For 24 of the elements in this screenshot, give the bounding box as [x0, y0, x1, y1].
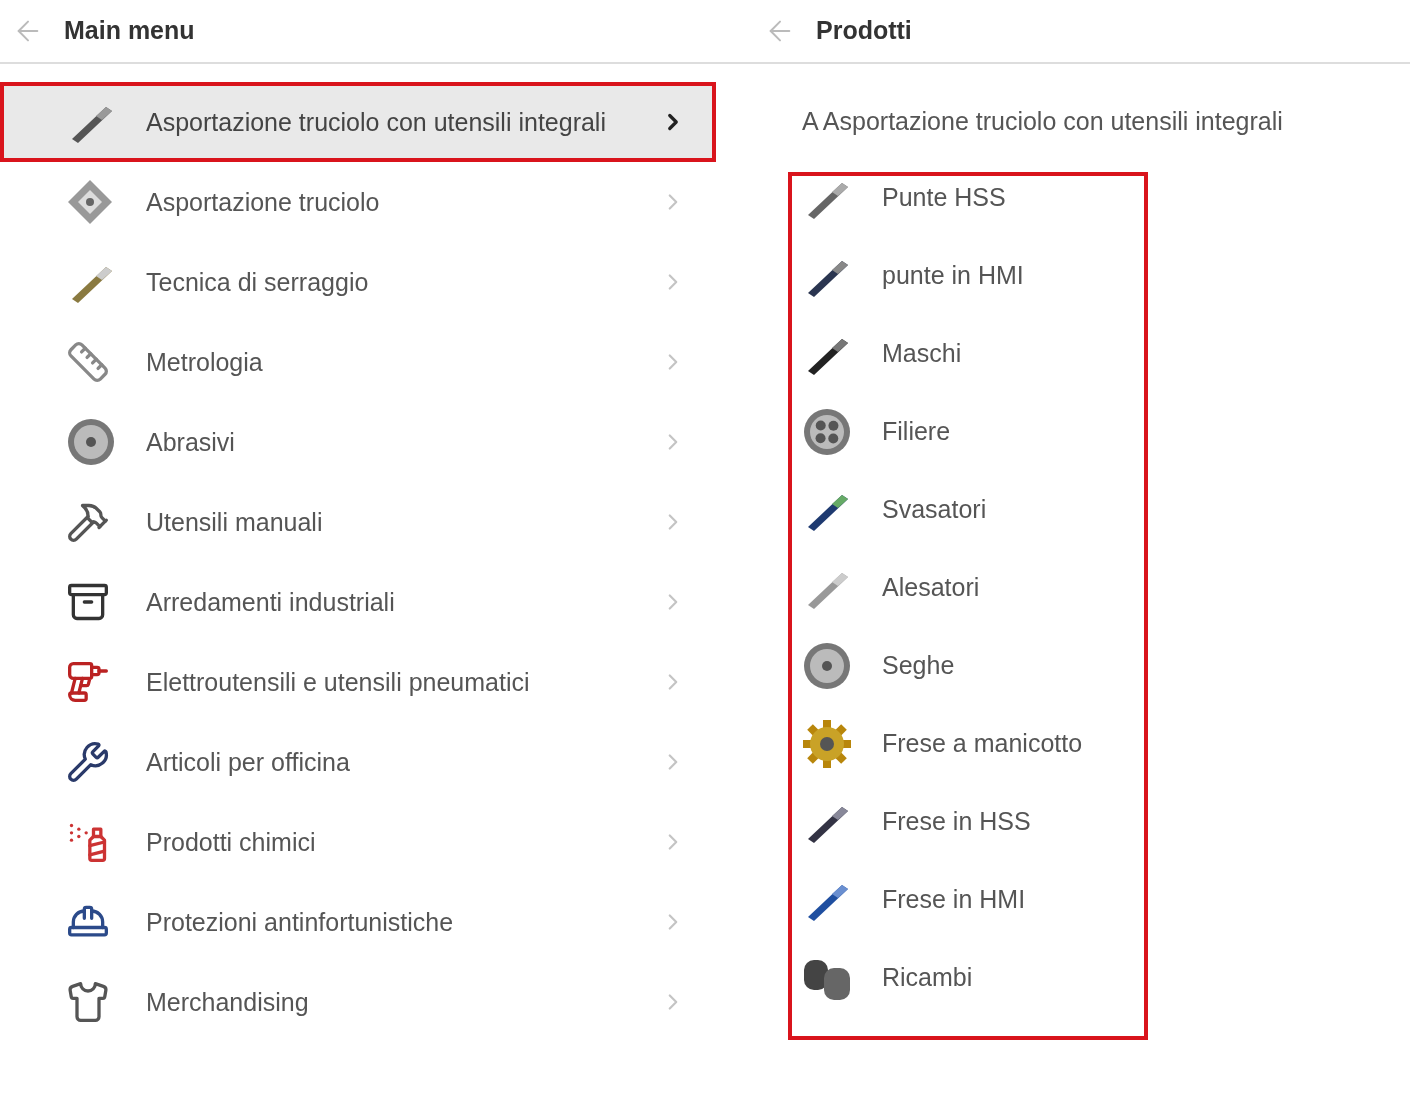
- panel-title: Main menu: [64, 15, 195, 47]
- ruler-icon: [66, 340, 110, 384]
- die-icon: [802, 407, 852, 457]
- product-link[interactable]: Svasatori: [882, 491, 987, 529]
- panel-title: Prodotti: [816, 15, 912, 47]
- product-link[interactable]: Frese in HMI: [882, 881, 1026, 919]
- product-link[interactable]: Maschi: [882, 335, 962, 373]
- product-link[interactable]: Filiere: [882, 413, 951, 451]
- product-link[interactable]: punte in HMI: [882, 257, 1024, 295]
- product-link[interactable]: Frese a manicotto: [882, 725, 1083, 763]
- product-link[interactable]: Punte HSS: [882, 179, 1006, 217]
- insert-icon: [66, 178, 114, 226]
- category-subtitle: A Asportazione truciolo con utensili integrali: [802, 106, 1284, 138]
- drill-icon: [66, 660, 110, 704]
- wrench-icon: [66, 740, 110, 784]
- gear-icon: [802, 719, 852, 769]
- product-link[interactable]: Frese in HSS: [882, 803, 1031, 841]
- product-link[interactable]: Ricambi: [882, 959, 973, 997]
- disc-icon: [66, 417, 116, 467]
- menu-item[interactable]: Asportazione truciolo con utensili integrali: [0, 82, 716, 162]
- product-link[interactable]: Seghe: [882, 647, 955, 685]
- shirt-icon: [66, 980, 110, 1024]
- saw-blade-icon: [802, 641, 852, 691]
- product-link[interactable]: Alesatori: [882, 569, 980, 607]
